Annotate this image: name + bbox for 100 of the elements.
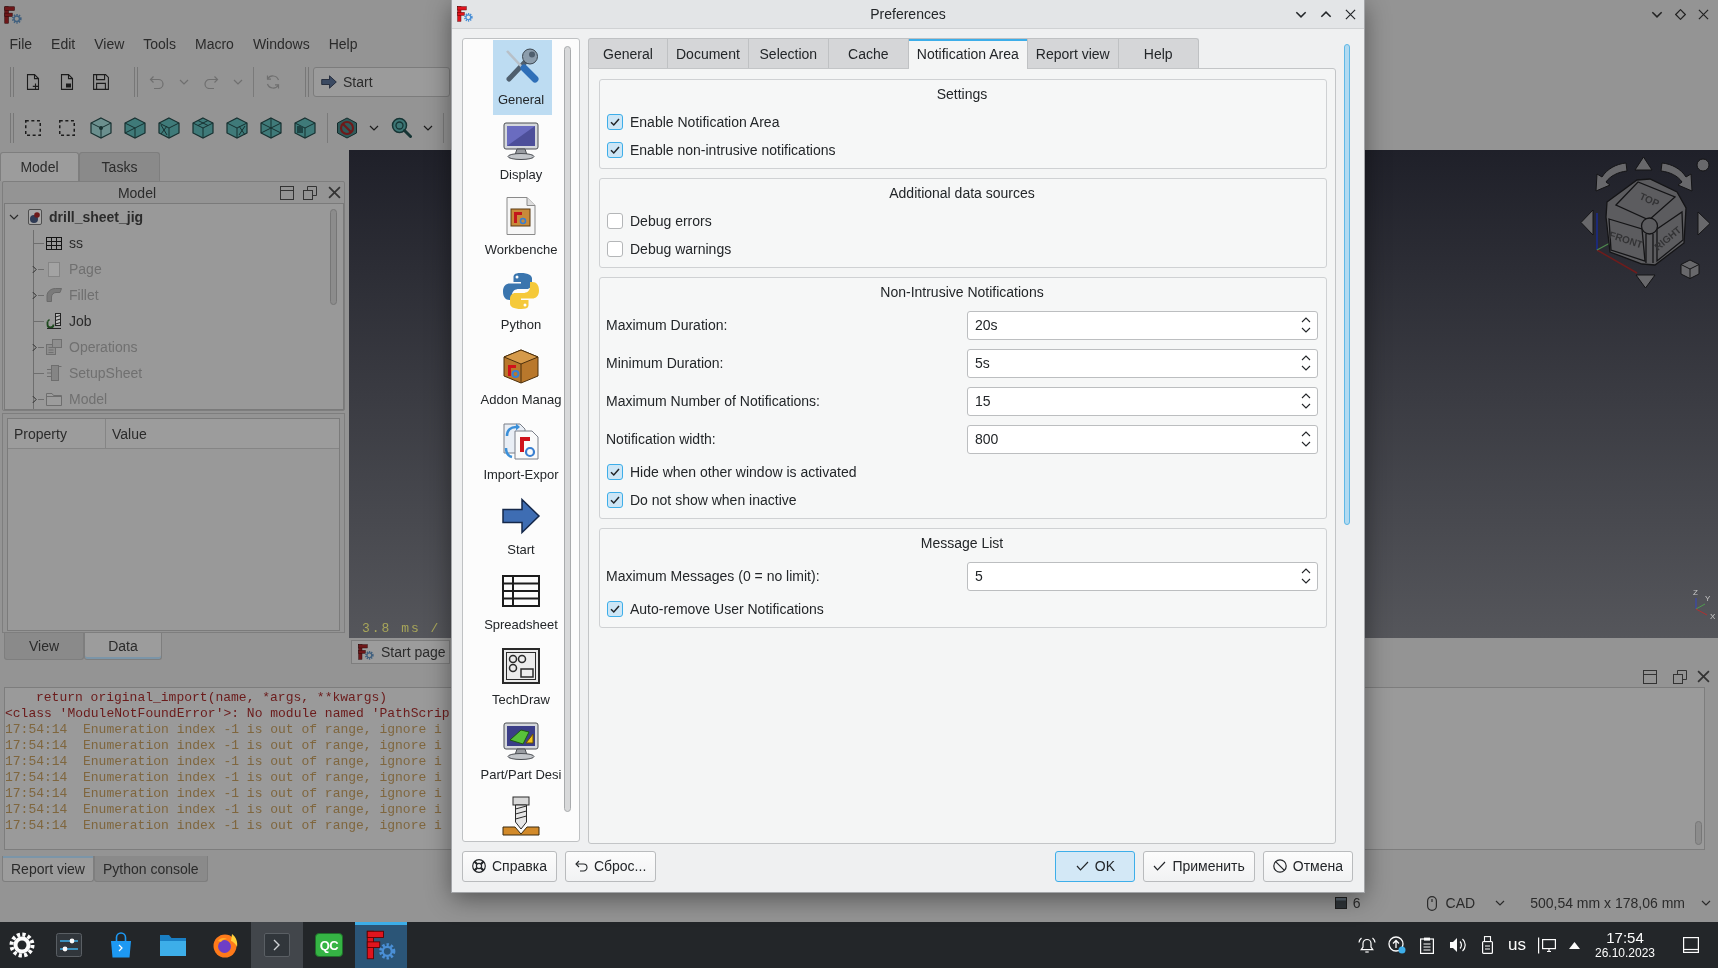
caret-down-icon[interactable]	[369, 124, 379, 131]
spin-box[interactable]: 15	[967, 386, 1318, 416]
chevron-down-icon[interactable]	[1301, 441, 1311, 447]
menu-item[interactable]: Windows	[243, 34, 320, 53]
category-item[interactable]: Spreadsheet	[479, 565, 563, 640]
close-icon[interactable]	[1698, 9, 1709, 20]
category-item[interactable]: Import-Expor	[479, 415, 563, 490]
spin-box[interactable]: 800	[967, 424, 1318, 454]
tab[interactable]: Help	[1118, 38, 1199, 68]
clock-time[interactable]: 17:54	[1606, 930, 1644, 946]
chevron-down-icon[interactable]	[1301, 365, 1311, 371]
speaker-icon[interactable]	[1448, 937, 1466, 953]
chevron-up-icon[interactable]	[1301, 317, 1311, 323]
tree-item[interactable]: Job	[69, 313, 92, 329]
menu-item[interactable]: Edit	[41, 34, 85, 53]
category-item[interactable]: TechDraw	[479, 640, 563, 715]
tree-item[interactable]: ss	[69, 235, 83, 251]
screen-icon[interactable]	[1683, 937, 1699, 953]
chevron-up-icon[interactable]	[1320, 10, 1332, 18]
overlapping-squares-icon[interactable]	[1673, 669, 1687, 684]
window-icon[interactable]	[280, 185, 294, 200]
category-item[interactable]: Addon Manag	[479, 340, 563, 415]
arrow-right-icon[interactable]	[1697, 211, 1711, 236]
chevron-right-icon[interactable]	[31, 264, 37, 274]
clock-date[interactable]: 26.10.2023	[1594, 946, 1656, 960]
category-item[interactable]: Start	[479, 490, 563, 565]
document-icon[interactable]	[59, 73, 75, 90]
caret-up-icon[interactable]	[1568, 941, 1580, 949]
keyboard-layout[interactable]: us	[1508, 935, 1526, 955]
bell-icon[interactable]	[1358, 936, 1376, 954]
caret-down-icon[interactable]	[1701, 900, 1711, 906]
menu-item[interactable]: View	[84, 34, 134, 53]
checkbox[interactable]	[607, 492, 623, 508]
gear-icon[interactable]	[8, 932, 35, 958]
menu-item[interactable]: File	[0, 34, 42, 53]
category-item[interactable]: Part/Part Desi	[479, 715, 563, 790]
scrollbar[interactable]	[564, 46, 571, 812]
reset-button[interactable]: Сброс...	[564, 850, 657, 882]
tree-item[interactable]: drill_sheet_jig	[49, 209, 144, 225]
scrollbar[interactable]	[1695, 821, 1702, 845]
menu-item[interactable]: Macro	[185, 34, 244, 53]
tab[interactable]: Report view	[2, 856, 94, 882]
overlapping-squares-icon[interactable]	[303, 185, 317, 200]
tab[interactable]: View	[4, 633, 84, 660]
tab[interactable]: Data	[84, 633, 162, 660]
category-item[interactable]: Python	[479, 265, 563, 340]
cube-icon[interactable]	[192, 116, 214, 139]
spin-box[interactable]: 5	[967, 561, 1318, 591]
up-arrow-circle-icon[interactable]	[1388, 936, 1406, 954]
checkbox[interactable]	[607, 213, 623, 229]
chevron-up-icon[interactable]	[1301, 355, 1311, 361]
rotate-left-icon[interactable]	[1595, 162, 1628, 192]
spin-box[interactable]: 5s	[967, 348, 1318, 378]
chevron-right-icon[interactable]	[31, 394, 37, 404]
arrow-left-icon[interactable]	[1580, 209, 1594, 236]
help-button[interactable]: Справка	[462, 850, 557, 882]
cube-icon[interactable]	[1680, 259, 1700, 279]
workbench-selector[interactable]: Start	[313, 66, 450, 97]
tab[interactable]: Cache	[828, 38, 909, 68]
taskbar-button[interactable]	[355, 922, 407, 968]
checkbox[interactable]	[607, 464, 623, 480]
arrow-up-icon[interactable]	[1634, 156, 1653, 171]
dashed-square-icon[interactable]	[25, 119, 41, 136]
chevron-down-icon[interactable]	[1301, 578, 1311, 584]
window-icon[interactable]	[1643, 669, 1657, 684]
no-entry-icon[interactable]	[336, 116, 358, 139]
ok-button[interactable]: OK	[1055, 850, 1136, 882]
chevron-right-icon[interactable]	[31, 342, 37, 352]
clipboard-icon[interactable]	[1420, 936, 1434, 954]
checkbox[interactable]	[607, 601, 623, 617]
tab[interactable]: Selection	[748, 38, 829, 68]
caret-down-icon[interactable]	[1495, 900, 1506, 906]
cancel-button[interactable]: Отмена	[1262, 850, 1353, 882]
tab[interactable]: General	[588, 38, 668, 68]
spin-box[interactable]: 20s	[967, 310, 1318, 340]
chevron-down-icon[interactable]	[1295, 10, 1307, 18]
caret-down-icon[interactable]	[423, 124, 433, 131]
editor-tab[interactable]: Start page	[351, 640, 450, 664]
tab[interactable]: Python console	[93, 856, 208, 882]
apply-button[interactable]: Применить	[1143, 850, 1255, 882]
cube-icon[interactable]	[158, 116, 180, 139]
save-icon[interactable]	[93, 73, 109, 90]
magnifier-icon[interactable]	[390, 117, 412, 138]
new-document-icon[interactable]	[25, 73, 41, 90]
menu-item[interactable]: Tools	[133, 34, 186, 53]
category-item[interactable]: Display	[479, 115, 563, 190]
tab[interactable]: Document	[668, 38, 749, 68]
chevron-down-icon[interactable]	[1301, 327, 1311, 333]
rotate-right-icon[interactable]	[1660, 162, 1693, 192]
navigation-style[interactable]: CAD	[1445, 895, 1476, 911]
arrow-down-icon[interactable]	[1635, 274, 1656, 289]
cube-icon[interactable]	[260, 116, 282, 139]
checkbox[interactable]	[607, 241, 623, 257]
scrollbar[interactable]	[1344, 44, 1350, 525]
tab[interactable]: Tasks	[79, 152, 160, 181]
scrollbar[interactable]	[330, 209, 337, 305]
menu-item[interactable]: Help	[319, 34, 367, 53]
monitor-icon[interactable]	[1538, 936, 1556, 954]
category-item[interactable]: Workbenche	[479, 190, 563, 265]
diamond-icon[interactable]	[1675, 9, 1686, 20]
